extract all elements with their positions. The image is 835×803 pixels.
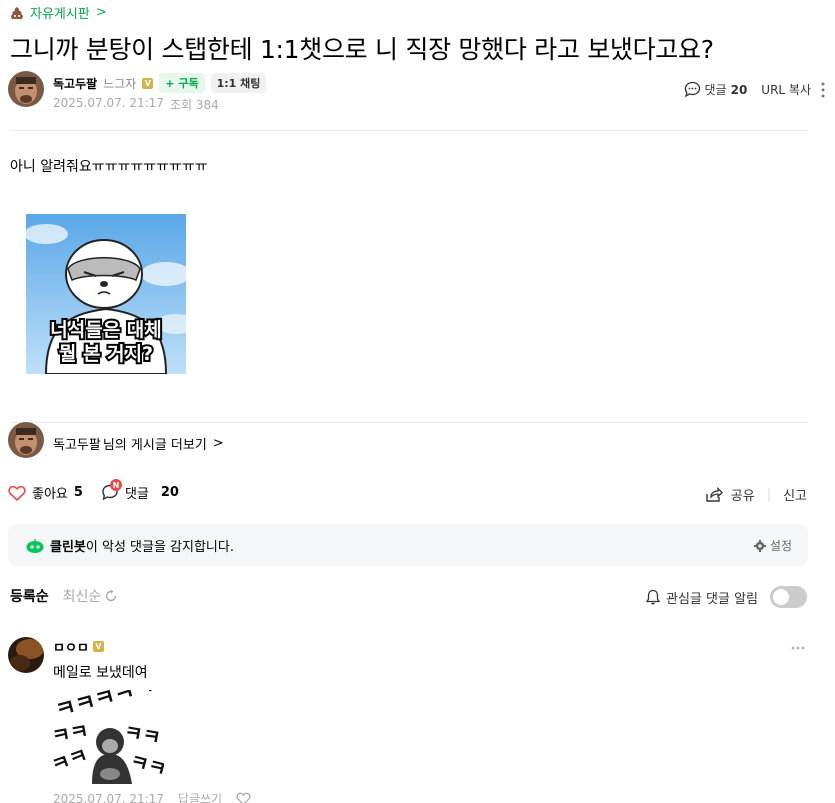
- cleanbot-name: 클린봇: [50, 540, 86, 555]
- sort-latest-label: 최신순: [62, 589, 102, 605]
- comment-count: 20: [730, 82, 748, 97]
- refresh-icon: [106, 589, 117, 602]
- comment-action-label[interactable]: 댓글: [125, 483, 149, 502]
- reply-button[interactable]: 답글쓰기: [178, 790, 222, 803]
- more-posts-link[interactable]: 독고두팔 님의 게시글 더보기 >: [53, 434, 224, 453]
- board-name: 자유게시판: [30, 7, 90, 22]
- cleanbot-text: 이 악성 댓글을 감지합니다.: [85, 540, 234, 555]
- comment-button[interactable]: N: [101, 479, 122, 501]
- comment-label: 댓글: [704, 83, 727, 97]
- chat-button[interactable]: 1:1 채팅: [210, 73, 267, 93]
- author-info: 독고두팔 느그자 V + 구독 1:1 채팅: [53, 73, 267, 93]
- comment-notify: 관심글 댓글 알림: [646, 586, 807, 608]
- share-icon[interactable]: [705, 486, 723, 503]
- sort-registered[interactable]: 등록순: [10, 586, 49, 606]
- author-name[interactable]: 독고두팔: [53, 75, 97, 92]
- comment-sort: 등록순 최신순: [10, 586, 118, 606]
- commenter-info: ㅁㅇㅁ V: [53, 637, 104, 656]
- cleanbot-icon: [26, 538, 44, 553]
- comment-text: 메일로 보냈데여: [53, 665, 148, 681]
- post-title: 그니까 분탕이 스탭한테 1:1챗으로 니 직장 망했다 라고 보냈다고요?: [10, 35, 714, 64]
- comment-count-link[interactable]: 댓글 20: [684, 81, 748, 98]
- author-grade: 느그자: [103, 76, 137, 91]
- board-breadcrumb[interactable]: 자유게시판 >: [10, 3, 107, 22]
- new-badge: N: [109, 479, 122, 491]
- post-actions: 좋아요 5 N 댓글 20: [8, 479, 179, 502]
- notify-toggle[interactable]: [770, 586, 807, 608]
- notify-label: 관심글 댓글 알림: [666, 591, 758, 607]
- comment-bubble-icon: [684, 81, 700, 98]
- image-caption-line-1: 너석들은 대체: [50, 319, 162, 341]
- comment-action-count: 20: [160, 485, 179, 500]
- comment-sticker: ㅋㅋㅋㅋㅋㅋㅋ ㅋㅋ ㅋㅋ ㅋㅋ ㅋㅋ: [48, 663, 196, 784]
- url-copy-button[interactable]: URL 복사: [761, 81, 811, 98]
- settings-label: 설정: [769, 539, 792, 553]
- cleanbot-message: 클린봇이 악성 댓글을 감지합니다.: [26, 536, 234, 555]
- comment-date: 2025.07.07. 21:17: [53, 791, 164, 803]
- like-label[interactable]: 좋아요: [32, 483, 68, 502]
- chevron-right-icon: >: [212, 436, 224, 451]
- cleanbot-settings-button[interactable]: 설정: [753, 537, 792, 554]
- chevron-right-icon: >: [95, 5, 107, 20]
- separator: |: [766, 487, 772, 502]
- image-caption-line-2: 뭘 본 거지?: [59, 343, 153, 365]
- subscribe-button[interactable]: + 구독: [159, 73, 205, 93]
- post-views: 조회 384: [169, 98, 219, 112]
- comment-more-icon[interactable]: [791, 646, 805, 650]
- header-divider: [10, 130, 808, 131]
- share-button[interactable]: 공유: [731, 485, 755, 504]
- bell-icon: [646, 589, 660, 605]
- commenter-name[interactable]: ㅁㅇㅁ: [53, 637, 89, 656]
- verified-badge-icon: V: [142, 77, 154, 89]
- comment-heart-icon[interactable]: [236, 792, 251, 803]
- verified-badge-icon: V: [92, 641, 104, 652]
- post-meta: 2025.07.07. 21:17 조회 384: [53, 96, 219, 113]
- like-count: 5: [73, 485, 83, 500]
- post-body: 아니 알려줘요ㅠㅠㅠㅠㅠㅠㅠㅠㅠ: [10, 159, 208, 175]
- poop-icon: [11, 6, 23, 19]
- gear-icon: [753, 539, 766, 552]
- post-date: 2025.07.07. 21:17: [53, 96, 164, 110]
- post-image[interactable]: 너석들은 대체 뭘 본 거지?: [24, 214, 196, 375]
- more-posts-author: 독고두팔: [53, 438, 101, 453]
- author-avatar[interactable]: [8, 71, 44, 107]
- report-button[interactable]: 신고: [783, 485, 807, 504]
- heart-icon[interactable]: [8, 485, 26, 501]
- cleanbot-banner: 클린봇이 악성 댓글을 감지합니다. 설정: [8, 524, 808, 566]
- comment-meta: 2025.07.07. 21:17 답글쓰기: [53, 790, 251, 803]
- commenter-avatar[interactable]: [8, 637, 44, 673]
- more-options-icon[interactable]: [821, 82, 825, 98]
- sort-latest[interactable]: 최신순: [63, 586, 119, 606]
- share-report-actions: 공유 | 신고: [705, 485, 807, 504]
- more-posts-suffix: 님의 게시글 더보기: [102, 438, 207, 453]
- body-divider: [10, 422, 808, 423]
- post-toolbar: 댓글 20 URL 복사: [684, 81, 826, 98]
- author-avatar-small[interactable]: [8, 422, 44, 458]
